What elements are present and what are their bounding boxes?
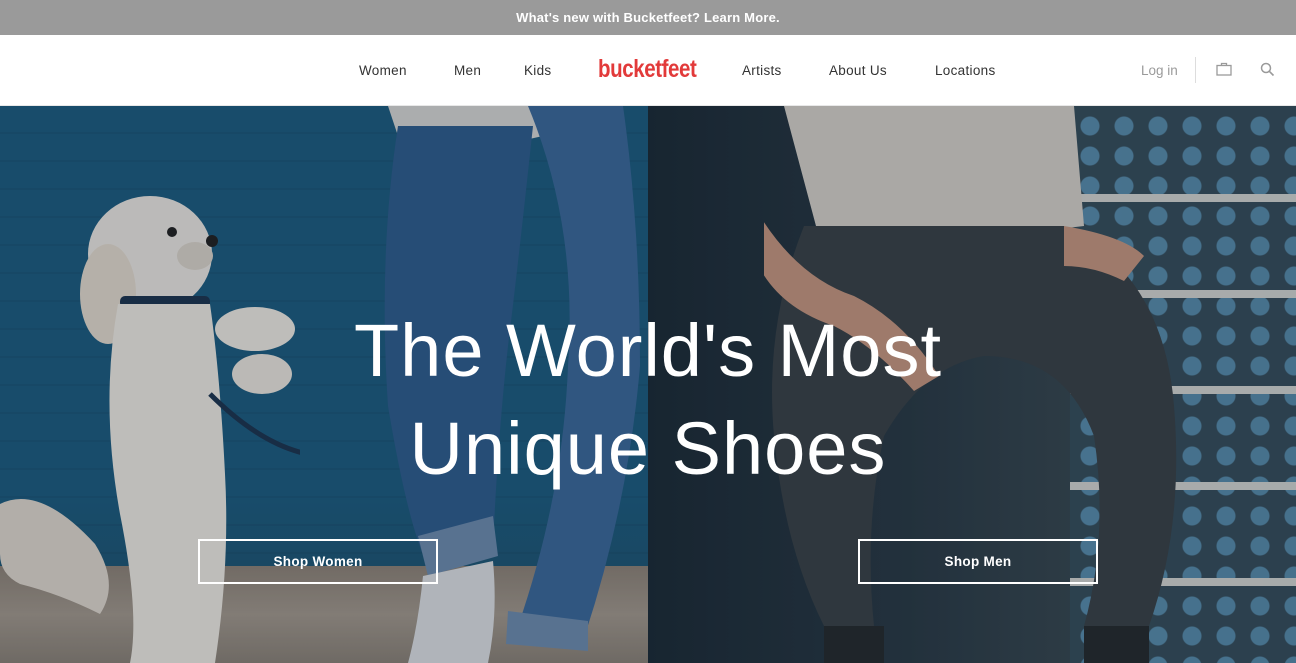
- hero-headline-line2: Unique Shoes: [409, 407, 887, 490]
- nav-about-us[interactable]: About Us: [829, 35, 887, 106]
- nav-men[interactable]: Men: [454, 35, 481, 106]
- bag-icon[interactable]: [1215, 60, 1233, 78]
- hero-banner: The World's Most Unique Shoes Shop Women…: [0, 106, 1296, 663]
- announcement-bar[interactable]: What's new with Bucketfeet? Learn More.: [0, 0, 1296, 35]
- search-icon[interactable]: [1258, 60, 1276, 78]
- nav-women[interactable]: Women: [359, 35, 407, 106]
- shop-women-button[interactable]: Shop Women: [198, 539, 438, 584]
- brand-logo[interactable]: bucketfeet: [598, 55, 697, 85]
- header-divider: [1195, 57, 1196, 83]
- shop-men-button[interactable]: Shop Men: [858, 539, 1098, 584]
- nav-artists[interactable]: Artists: [742, 35, 782, 106]
- nav-kids[interactable]: Kids: [524, 35, 551, 106]
- site-header: Women Men Kids bucketfeet Artists About …: [0, 35, 1296, 106]
- hero-headline: The World's Most Unique Shoes: [0, 302, 1296, 498]
- hero-headline-line1: The World's Most: [353, 309, 943, 392]
- login-link[interactable]: Log in: [1141, 35, 1178, 106]
- nav-locations[interactable]: Locations: [935, 35, 996, 106]
